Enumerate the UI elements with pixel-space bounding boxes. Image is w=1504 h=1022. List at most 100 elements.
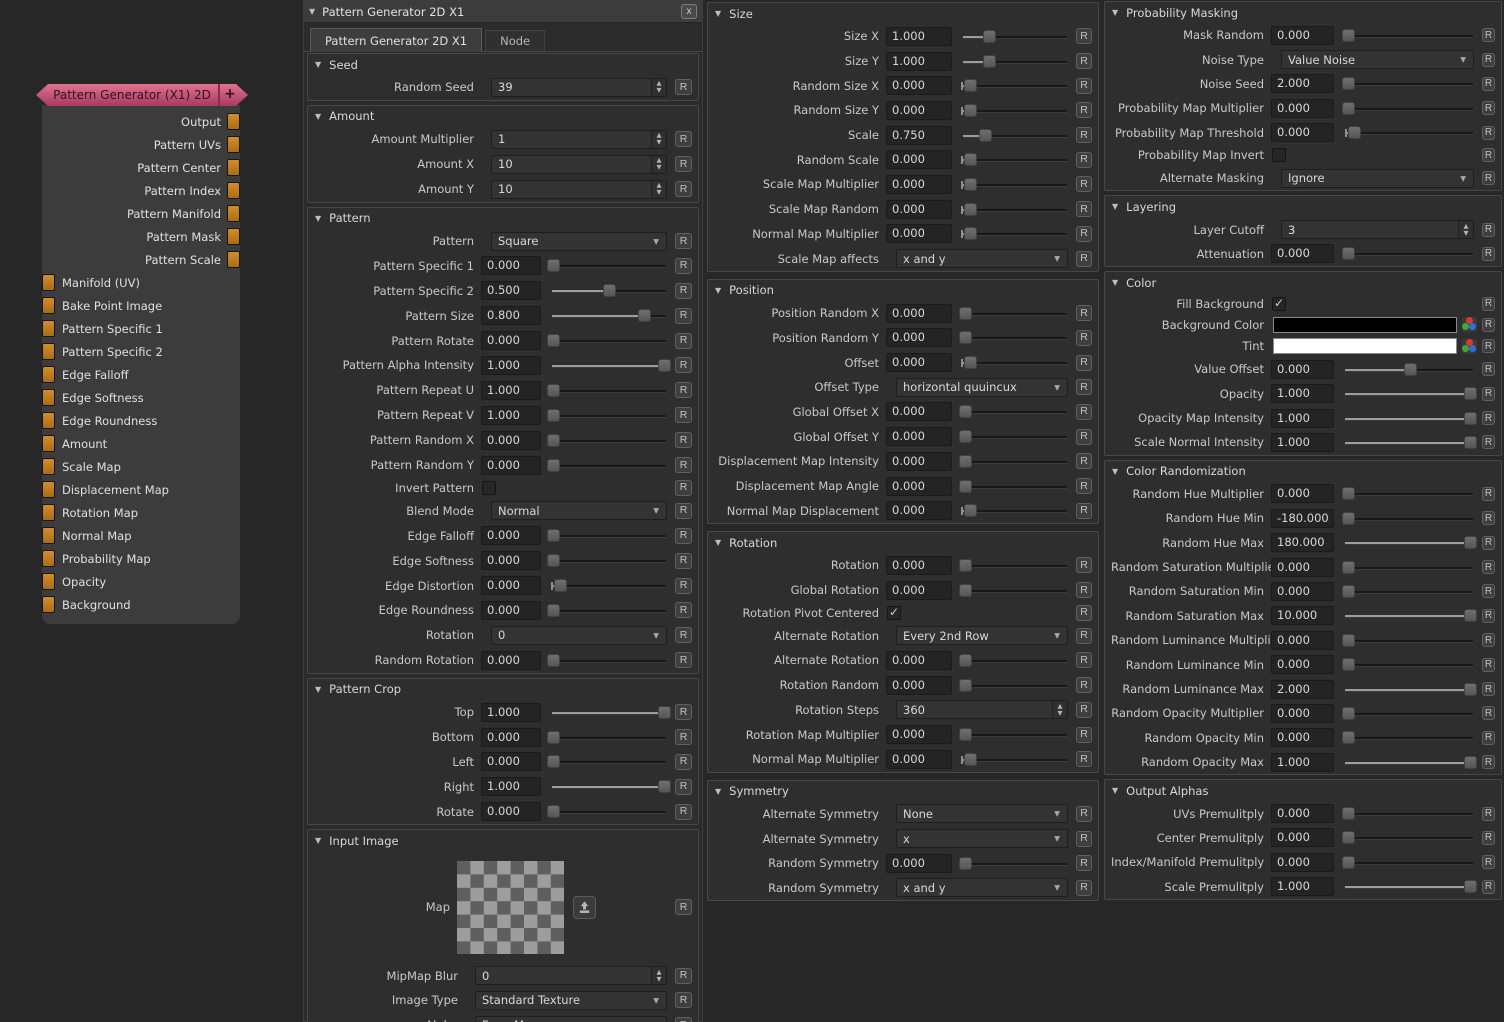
slider-handle[interactable] — [1342, 29, 1355, 42]
window-titlebar[interactable]: ▼ Pattern Generator 2D X1 x — [304, 1, 702, 23]
reset-button[interactable]: R — [675, 804, 692, 820]
close-button[interactable]: x — [681, 4, 697, 19]
slider[interactable] — [551, 456, 667, 475]
spin-arrows[interactable]: ▲▼ — [651, 156, 666, 173]
input-port-manifold-uv[interactable]: Manifold (UV) — [42, 271, 240, 294]
reset-button[interactable]: R — [675, 233, 692, 249]
section-header[interactable]: ▼Color Randomization — [1105, 461, 1501, 482]
value-field[interactable]: 2.000 — [1271, 680, 1334, 699]
slider[interactable] — [1344, 582, 1474, 601]
value-field[interactable]: 0.000 — [1271, 26, 1334, 45]
slider[interactable] — [1344, 26, 1474, 45]
reset-button[interactable]: R — [675, 652, 692, 668]
slider-handle[interactable] — [1464, 436, 1477, 449]
checkbox[interactable]: ✓ — [887, 606, 901, 620]
value-field[interactable]: 0.000 — [886, 150, 952, 169]
reset-button[interactable]: R — [1076, 201, 1092, 217]
port-socket[interactable] — [42, 320, 55, 337]
slider[interactable] — [1344, 753, 1474, 772]
dropdown[interactable]: Standard Texture▼ — [475, 991, 667, 1010]
slider-handle[interactable] — [964, 153, 977, 166]
value-field[interactable]: 0.000 — [1271, 704, 1334, 723]
spin-down-icon[interactable]: ▼ — [657, 189, 662, 196]
reset-button[interactable]: R — [675, 480, 692, 496]
checkbox[interactable]: ✓ — [1272, 297, 1286, 311]
output-port-pattern-uvs[interactable]: Pattern UVs — [42, 133, 240, 156]
slider[interactable] — [962, 101, 1068, 120]
input-port-scale-map[interactable]: Scale Map — [42, 455, 240, 478]
slider[interactable] — [551, 381, 667, 400]
reset-button[interactable]: R — [1482, 584, 1495, 598]
slider[interactable] — [1344, 99, 1474, 118]
value-field[interactable]: 0.000 — [886, 725, 952, 744]
value-field[interactable]: 0.000 — [886, 402, 952, 421]
port-socket[interactable] — [42, 573, 55, 590]
slider[interactable] — [962, 52, 1068, 71]
reset-button[interactable]: R — [675, 704, 692, 720]
port-socket[interactable] — [42, 596, 55, 613]
slider-handle[interactable] — [1464, 609, 1477, 622]
section-header[interactable]: ▼Pattern Crop — [308, 679, 698, 700]
reset-button[interactable]: R — [1482, 658, 1495, 672]
slider-handle[interactable] — [547, 604, 560, 617]
node-header[interactable]: Pattern Generator (X1) 2D + — [36, 84, 248, 106]
slider[interactable] — [1344, 360, 1474, 379]
color-picker-icon[interactable] — [1462, 317, 1477, 332]
reset-button[interactable]: R — [1482, 171, 1495, 185]
slider[interactable] — [551, 356, 667, 375]
section-header[interactable]: ▼Pattern — [308, 208, 698, 229]
port-socket[interactable] — [227, 136, 240, 153]
value-field[interactable]: 0.000 — [1271, 558, 1334, 577]
value-field[interactable]: 0.000 — [886, 224, 952, 243]
reset-button[interactable]: R — [1076, 605, 1092, 621]
input-port-rotation-map[interactable]: Rotation Map — [42, 501, 240, 524]
reset-button[interactable]: R — [1482, 511, 1495, 525]
value-field[interactable]: 0.000 — [886, 651, 952, 670]
reset-button[interactable]: R — [1076, 355, 1092, 371]
section-header[interactable]: ▼Probability Masking — [1105, 2, 1501, 23]
dropdown[interactable]: x and y▼ — [896, 878, 1068, 897]
spin-down-icon[interactable]: ▼ — [1058, 710, 1063, 717]
slider-handle[interactable] — [1342, 831, 1355, 844]
reset-button[interactable]: R — [1482, 435, 1495, 449]
slider-handle[interactable] — [547, 409, 560, 422]
reset-button[interactable]: R — [675, 308, 692, 324]
slider[interactable] — [1344, 244, 1474, 263]
dropdown[interactable]: horizontal quuincux▼ — [896, 378, 1068, 397]
tab-pattern-generator-2d-x1[interactable]: Pattern Generator 2D X1 — [310, 28, 482, 52]
slider-handle[interactable] — [959, 480, 972, 493]
section-header[interactable]: ▼Rotation — [708, 532, 1098, 553]
reset-button[interactable]: R — [1482, 831, 1495, 845]
slider[interactable] — [1344, 433, 1474, 452]
slider-handle[interactable] — [964, 227, 977, 240]
slider-handle[interactable] — [959, 654, 972, 667]
value-field[interactable]: 0.000 — [1271, 484, 1334, 503]
input-port-background[interactable]: Background — [42, 593, 240, 616]
slider[interactable] — [551, 431, 667, 450]
slider-handle[interactable] — [959, 455, 972, 468]
slider[interactable] — [551, 802, 667, 821]
slider-handle[interactable] — [1342, 585, 1355, 598]
slider-handle[interactable] — [547, 554, 560, 567]
slider[interactable] — [962, 200, 1068, 219]
reset-button[interactable]: R — [675, 729, 692, 745]
value-field[interactable]: 0.000 — [481, 526, 541, 545]
value-field[interactable]: -180.000 — [1271, 509, 1334, 528]
spin-down-icon[interactable]: ▼ — [1464, 230, 1469, 237]
reset-button[interactable]: R — [1482, 101, 1495, 115]
reset-button[interactable]: R — [1482, 633, 1495, 647]
upload-button[interactable] — [573, 896, 596, 919]
value-field[interactable]: 0.000 — [481, 456, 541, 475]
value-field[interactable]: 0.000 — [886, 477, 952, 496]
section-header[interactable]: ▼Layering — [1105, 196, 1501, 217]
slider-handle[interactable] — [964, 356, 977, 369]
spin-arrows[interactable]: ▲▼ — [651, 131, 666, 148]
output-port-output[interactable]: Output — [42, 110, 240, 133]
slider[interactable] — [1344, 384, 1474, 403]
spin-field[interactable]: 39▲▼ — [491, 78, 667, 97]
reset-button[interactable]: R — [1076, 453, 1092, 469]
reset-button[interactable]: R — [1076, 404, 1092, 420]
port-socket[interactable] — [42, 412, 55, 429]
slider-handle[interactable] — [959, 559, 972, 572]
checkbox[interactable] — [482, 481, 496, 495]
